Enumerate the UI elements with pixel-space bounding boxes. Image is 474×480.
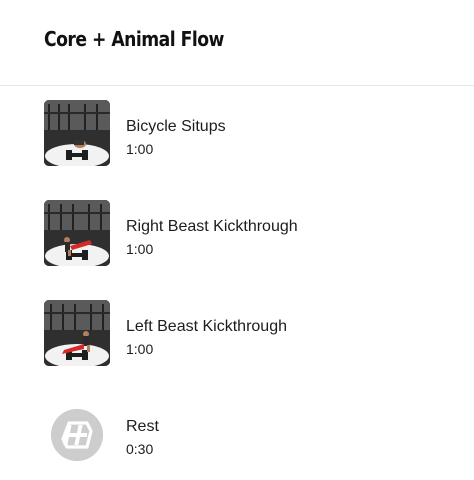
exercise-duration: 0:30 [126, 441, 154, 457]
exercise-duration: 1:00 [126, 141, 154, 157]
exercise-thumbnail [44, 100, 110, 166]
exercise-name: Right Beast Kickthrough [126, 218, 298, 235]
exercise-thumbnail [44, 200, 110, 266]
workout-header: Core + Animal Flow [0, 0, 474, 86]
exercise-name: Rest [126, 418, 159, 435]
exercise-duration: 1:00 [126, 341, 154, 357]
exercise-duration: 1:00 [126, 241, 154, 257]
exercise-item-rest[interactable]: Rest 0:30 [0, 400, 474, 480]
workout-title: Core + Animal Flow [44, 27, 224, 51]
exercise-name: Bicycle Situps [126, 118, 226, 135]
exercise-item-bicycle-situps[interactable]: Bicycle Situps 1:00 [0, 100, 474, 180]
exercise-name: Left Beast Kickthrough [126, 318, 287, 335]
exercise-item-right-beast-kickthrough[interactable]: Right Beast Kickthrough 1:00 [0, 200, 474, 280]
exercise-item-left-beast-kickthrough[interactable]: Left Beast Kickthrough 1:00 [0, 300, 474, 380]
rest-logo-icon [51, 409, 103, 461]
exercise-thumbnail [44, 300, 110, 366]
